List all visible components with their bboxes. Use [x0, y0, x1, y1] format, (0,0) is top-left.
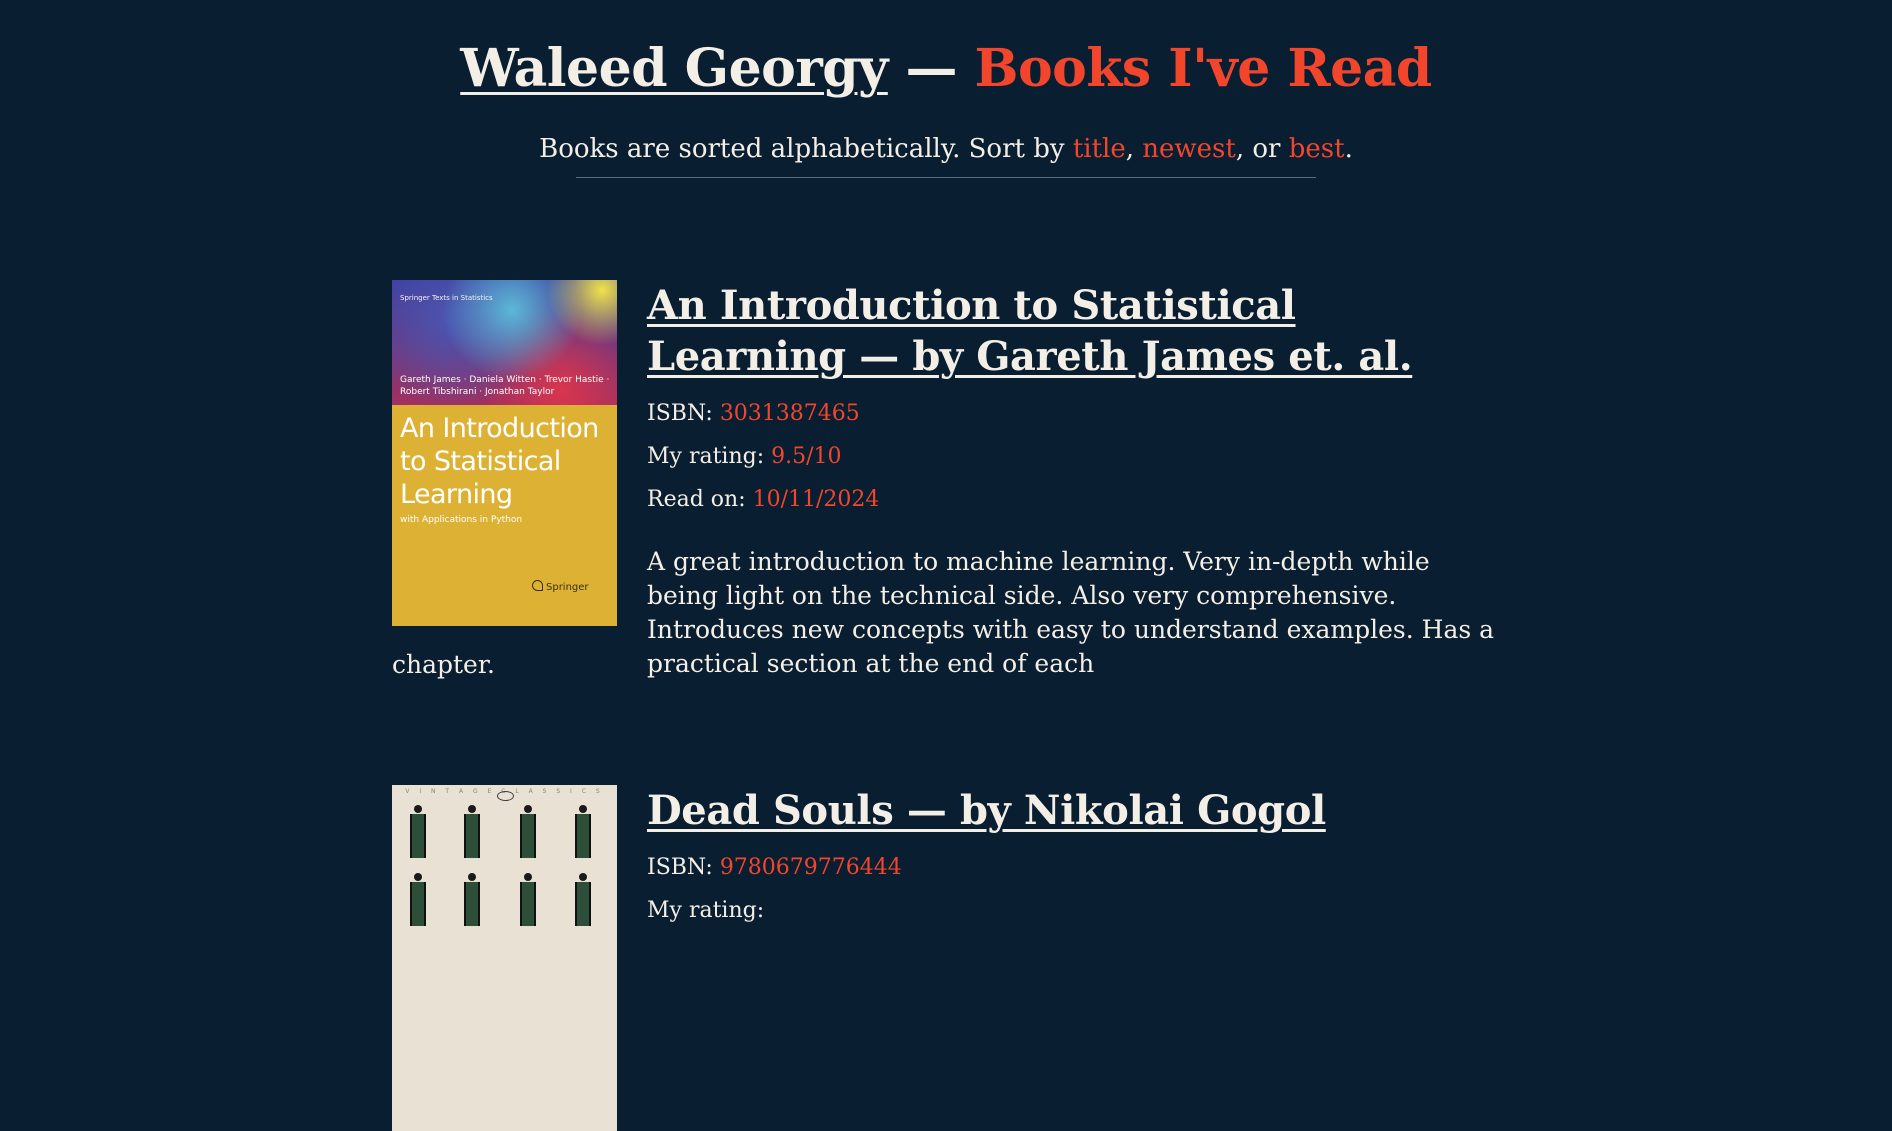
book-cover-image: V I N T A G E C L A S S I C S	[392, 785, 617, 1131]
rating-row: My rating:	[647, 889, 1502, 932]
page: Waleed Georgy — Books I've Read Books ar…	[0, 0, 1892, 1131]
book-meta: ISBN: 9780679776444 My rating:	[647, 846, 1502, 932]
cover-series-text: Springer Texts in Statistics	[400, 294, 493, 302]
author-home-link[interactable]: Waleed Georgy	[460, 38, 888, 99]
book-meta: ISBN: 3031387465 My rating: 9.5/10 Read …	[647, 392, 1502, 521]
cover-figure-icon	[575, 873, 591, 926]
cover-subtitle-text: with Applications in Python	[400, 515, 523, 525]
isbn-label: ISBN:	[647, 401, 713, 426]
book-review-continued: chapter.	[392, 650, 496, 679]
cover-emblem-icon	[497, 791, 514, 801]
cover-figure-icon	[520, 805, 536, 858]
cover-figure-icon	[410, 873, 426, 926]
cover-band: V I N T A G E C L A S S I C S	[392, 785, 617, 803]
book-title: Dead Souls — by Nikolai Gogol	[647, 785, 1502, 836]
rating-label: My rating:	[647, 444, 765, 469]
cover-figure-icon	[410, 805, 426, 858]
rating-row: My rating: 9.5/10	[647, 435, 1502, 478]
cover-figure-icon	[575, 805, 591, 858]
book-info: An Introduction to Statistical Learning …	[647, 280, 1502, 681]
book-info: Dead Souls — by Nikolai Gogol ISBN: 9780…	[647, 785, 1502, 932]
rating-label: My rating:	[647, 898, 765, 923]
sort-by-best-link[interactable]: best	[1289, 134, 1345, 164]
book-title: An Introduction to Statistical Learning …	[647, 280, 1502, 382]
page-header: Waleed Georgy — Books I've Read Books ar…	[0, 0, 1892, 178]
read-date-label: Read on:	[647, 487, 746, 512]
rating-value: 9.5/10	[771, 444, 842, 469]
sort-by-title-link[interactable]: title	[1073, 134, 1126, 164]
book-title-link[interactable]: An Introduction to Statistical Learning …	[647, 282, 1413, 380]
book-title-link[interactable]: Dead Souls — by Nikolai Gogol	[647, 787, 1326, 834]
cover-figure-icon	[464, 873, 480, 926]
cover-publisher: Springer	[532, 580, 589, 593]
isbn-row: ISBN: 3031387465	[647, 392, 1502, 435]
isbn-value: 9780679776444	[719, 855, 902, 880]
sort-by-newest-link[interactable]: newest	[1142, 134, 1236, 164]
sort-bar: Books are sorted alphabetically. Sort by…	[0, 130, 1892, 168]
cover-figure-icon	[464, 805, 480, 858]
title-separator: —	[905, 38, 957, 99]
sort-separator: ,	[1125, 134, 1135, 164]
sort-suffix: .	[1344, 134, 1353, 164]
cover-authors-text: Gareth James · Daniela Witten · Trevor H…	[400, 375, 610, 397]
book-cover-image: Springer Texts in Statistics Gareth Jame…	[392, 280, 617, 626]
cover-publisher-text: Springer	[546, 582, 589, 593]
cover-figure-icon	[520, 873, 536, 926]
sort-separator-or: , or	[1235, 134, 1281, 164]
header-divider	[576, 177, 1316, 178]
site-title: Waleed Georgy — Books I've Read	[0, 36, 1892, 102]
section-title: Books I've Read	[974, 38, 1433, 99]
sort-prefix: Books are sorted alphabetically. Sort by	[539, 134, 1065, 164]
cover-title-text: An Introduction to Statistical Learning	[400, 413, 599, 510]
isbn-row: ISBN: 9780679776444	[647, 846, 1502, 889]
read-date-row: Read on: 10/11/2024	[647, 478, 1502, 521]
book-review: A great introduction to machine learning…	[647, 547, 1495, 678]
springer-logo-icon	[532, 580, 543, 591]
isbn-label: ISBN:	[647, 855, 713, 880]
isbn-value: 3031387465	[719, 401, 860, 426]
read-date-value: 10/11/2024	[752, 487, 880, 512]
